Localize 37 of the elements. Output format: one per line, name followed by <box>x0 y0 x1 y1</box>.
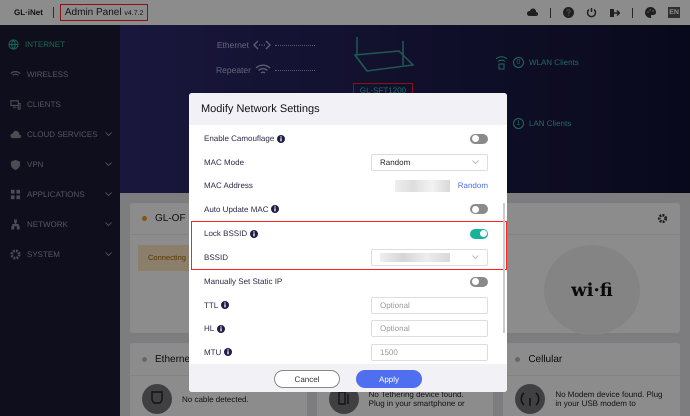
field-label: Manually Set Static IP <box>204 277 282 286</box>
panel-title: Etherne <box>155 354 190 364</box>
sidebar-item[interactable]: WIRELESS <box>0 59 120 89</box>
field-label: BSSID <box>204 252 228 262</box>
sidebar-item[interactable]: APPLICATIONS <box>0 179 120 209</box>
client-label: LAN Clients <box>528 119 572 128</box>
mode-dropdown[interactable]: Random <box>371 154 488 171</box>
field-label: MAC Mode <box>204 158 244 167</box>
input-field[interactable]: Optional <box>371 320 488 338</box>
sidebar-item[interactable]: SYSTEM <box>0 239 120 269</box>
field-label: MTU <box>204 348 222 357</box>
field-label: MAC Address <box>204 181 253 190</box>
input-field[interactable]: 1500 <box>371 344 488 361</box>
sidebar-item[interactable]: CLIENTS <box>0 89 120 119</box>
sidebar-item[interactable]: CLOUD SERVICES <box>0 119 120 149</box>
panel-title: Cellular <box>528 354 562 364</box>
panel-message: No cable detected. <box>182 394 249 404</box>
input-field[interactable]: Optional <box>371 296 488 314</box>
sidebar-item[interactable]: NETWORK <box>0 209 120 239</box>
sidebar-item[interactable]: INTERNET <box>0 29 120 59</box>
connection-label: Ethernet <box>216 40 249 50</box>
field-label: Enable Camouflage <box>204 134 274 144</box>
field-label: HL <box>204 324 214 334</box>
field-label: TTL <box>204 300 218 310</box>
wifi-logo: wi·fi <box>544 245 640 335</box>
cancel-button[interactable]: Cancel <box>274 370 340 388</box>
client-label: WLAN Clients <box>528 58 579 67</box>
field-label: Lock BSSID <box>204 229 248 238</box>
field-label: Auto Update MAC <box>204 204 268 214</box>
apply-button[interactable]: Apply <box>356 370 422 388</box>
network-name: GL-OF <box>155 213 186 224</box>
brand-logo: GL·iNet <box>14 8 43 17</box>
random-link[interactable]: Random <box>458 181 488 190</box>
sidebar-item[interactable]: VPN <box>0 149 120 179</box>
panel-message: No Modem device found. Plug in your USB modem to <box>555 390 664 408</box>
dialog-title: Modify Network Settings <box>201 103 320 115</box>
connection-label: Repeater <box>216 65 251 75</box>
